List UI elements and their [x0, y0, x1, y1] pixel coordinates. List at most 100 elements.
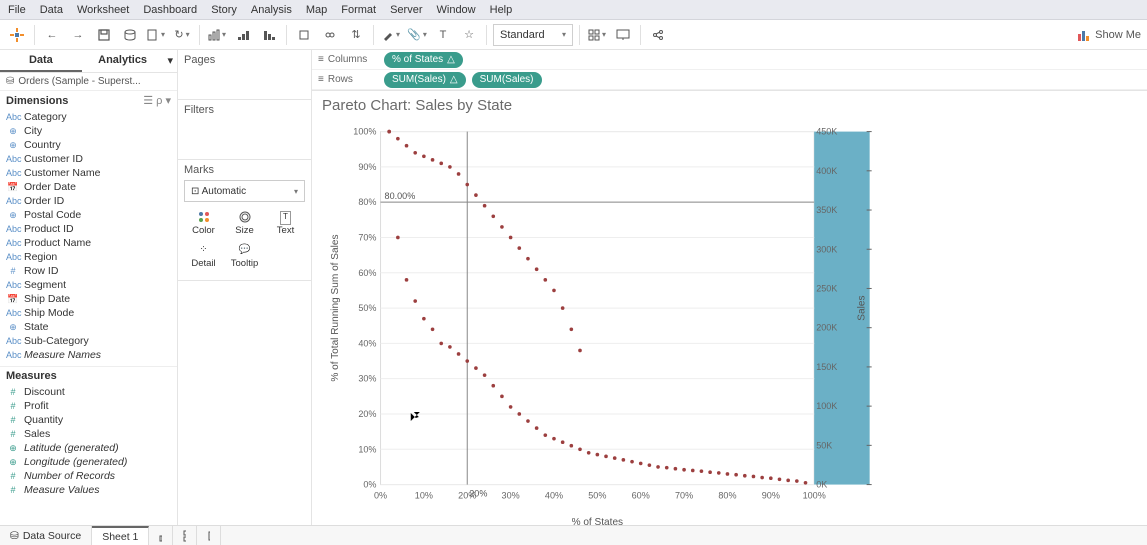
svg-text:200K: 200K	[816, 323, 837, 333]
share-icon[interactable]	[647, 24, 669, 46]
measure-field[interactable]: ⊕Longitude (generated)	[4, 455, 173, 469]
svg-text:40%: 40%	[545, 491, 563, 501]
columns-pill-1[interactable]: % of States △	[384, 52, 463, 68]
rows-pill-1[interactable]: SUM(Sales) △	[384, 72, 466, 88]
menu-help[interactable]: Help	[490, 4, 513, 16]
sort-asc-icon[interactable]	[232, 24, 254, 46]
presentation-icon[interactable]: ▾	[586, 24, 608, 46]
measure-field[interactable]: #Number of Records	[4, 469, 173, 483]
svg-text:100K: 100K	[816, 401, 837, 411]
menu-window[interactable]: Window	[437, 4, 476, 16]
forward-icon[interactable]: →	[67, 24, 89, 46]
dimension-field[interactable]: AbcRegion	[4, 250, 173, 264]
marks-tooltip[interactable]: 💬Tooltip	[225, 241, 264, 272]
label-icon[interactable]: T	[432, 24, 454, 46]
dimension-field[interactable]: AbcShip Mode	[4, 306, 173, 320]
dimension-field[interactable]: AbcCustomer Name	[4, 166, 173, 180]
dimension-field[interactable]: 📅Order Date	[4, 180, 173, 194]
dimension-field[interactable]: AbcOrder ID	[4, 194, 173, 208]
save-icon[interactable]	[93, 24, 115, 46]
menu-story[interactable]: Story	[211, 4, 237, 16]
dimension-field[interactable]: AbcCustomer ID	[4, 152, 173, 166]
marks-text[interactable]: TText	[266, 208, 305, 239]
svg-text:450K: 450K	[816, 127, 837, 137]
new-datasource-icon[interactable]	[119, 24, 141, 46]
totals-icon[interactable]: ⇅	[345, 24, 367, 46]
marks-type-select[interactable]: ⊡ Automatic▾	[184, 180, 305, 202]
back-icon[interactable]: ←	[41, 24, 63, 46]
marks-detail[interactable]: ⁘Detail	[184, 241, 223, 272]
svg-text:50%: 50%	[588, 491, 606, 501]
dimension-field[interactable]: AbcProduct Name	[4, 236, 173, 250]
measure-field[interactable]: #Discount	[4, 385, 173, 399]
pages-shelf[interactable]: Pages	[184, 54, 305, 66]
dimension-field[interactable]: AbcSegment	[4, 278, 173, 292]
filters-shelf[interactable]: Filters	[184, 104, 305, 116]
present-icon[interactable]	[612, 24, 634, 46]
new-worksheet-icon[interactable]: ▾	[145, 24, 167, 46]
dimensions-header: Dimensions	[6, 95, 68, 107]
y2-axis-label: Sales	[857, 295, 868, 320]
tab-analytics[interactable]: Analytics	[82, 50, 164, 72]
chart-title[interactable]: Pareto Chart: Sales by State	[312, 91, 1147, 116]
svg-text:150K: 150K	[816, 362, 837, 372]
group-icon[interactable]	[319, 24, 341, 46]
svg-text:40%: 40%	[358, 338, 376, 348]
measure-field[interactable]: ⊕Latitude (generated)	[4, 441, 173, 455]
svg-text:80%: 80%	[358, 197, 376, 207]
new-dashboard-tab-icon[interactable]	[173, 526, 197, 545]
marks-size[interactable]: Size	[225, 208, 264, 239]
menu-server[interactable]: Server	[390, 4, 422, 16]
dimension-field[interactable]: ⊕State	[4, 320, 173, 334]
dimension-field[interactable]: ⊕City	[4, 124, 173, 138]
dimension-field[interactable]: ⊕Country	[4, 138, 173, 152]
dimension-field[interactable]: #Row ID	[4, 264, 173, 278]
highlight-icon[interactable]	[293, 24, 315, 46]
tab-data-source[interactable]: ⛁ Data Source	[0, 526, 92, 545]
measure-field[interactable]: #Profit	[4, 399, 173, 413]
measure-field[interactable]: #Quantity	[4, 413, 173, 427]
menu-analysis[interactable]: Analysis	[251, 4, 292, 16]
dimension-field[interactable]: ⊕Postal Code	[4, 208, 173, 222]
menu-bar: File Data Worksheet Dashboard Story Anal…	[0, 0, 1147, 20]
datasource-row[interactable]: ⛁ Orders (Sample - Superst...	[0, 73, 177, 90]
svg-text:60%: 60%	[358, 268, 376, 278]
menu-data[interactable]: Data	[40, 4, 63, 16]
fit-dropdown[interactable]: Standard▾	[493, 24, 573, 46]
sort-desc-icon[interactable]	[258, 24, 280, 46]
highlight-pen-icon[interactable]: ▾	[380, 24, 402, 46]
svg-text:100%: 100%	[803, 491, 826, 501]
tab-data[interactable]: Data	[0, 50, 82, 72]
new-worksheet-tab-icon[interactable]	[149, 526, 173, 545]
y-axis-label: % of Total Running Sum of Sales	[330, 235, 341, 382]
rows-pill-2[interactable]: SUM(Sales)	[472, 72, 542, 88]
menu-map[interactable]: Map	[306, 4, 327, 16]
svg-text:300K: 300K	[816, 244, 837, 254]
menu-dashboard[interactable]: Dashboard	[143, 4, 197, 16]
chart-canvas[interactable]: 0%10%20%30%40%50%60%70%80%90%100% 0%10%2…	[320, 120, 1147, 525]
star-icon[interactable]: ☆	[458, 24, 480, 46]
swap-icon[interactable]: ▾	[206, 24, 228, 46]
measure-field[interactable]: #Sales	[4, 427, 173, 441]
new-story-tab-icon[interactable]	[197, 526, 221, 545]
menu-format[interactable]: Format	[341, 4, 376, 16]
dimension-field[interactable]: AbcProduct ID	[4, 222, 173, 236]
dimension-field[interactable]: AbcCategory	[4, 110, 173, 124]
data-pane-menu-icon[interactable]: ▾	[163, 50, 177, 72]
refresh-icon[interactable]: ↻▾	[171, 24, 193, 46]
svg-text:10%: 10%	[358, 444, 376, 454]
marks-color[interactable]: Color	[184, 208, 223, 239]
tableau-logo-icon[interactable]	[6, 24, 28, 46]
dimension-field[interactable]: AbcSub-Category	[4, 334, 173, 348]
pin-icon[interactable]: 📎▾	[406, 24, 428, 46]
tab-sheet1[interactable]: Sheet 1	[92, 526, 149, 545]
menu-worksheet[interactable]: Worksheet	[77, 4, 129, 16]
svg-text:90%: 90%	[358, 162, 376, 172]
measure-field[interactable]: #Measure Values	[4, 483, 173, 497]
showme-button[interactable]: Show Me	[1077, 28, 1141, 42]
menu-file[interactable]: File	[8, 4, 26, 16]
dimension-field[interactable]: 📅Ship Date	[4, 292, 173, 306]
svg-text:0%: 0%	[363, 480, 376, 490]
dimension-field[interactable]: AbcMeasure Names	[4, 348, 173, 362]
cards-column: Pages Filters Marks ⊡ Automatic▾ Color S…	[178, 50, 312, 525]
